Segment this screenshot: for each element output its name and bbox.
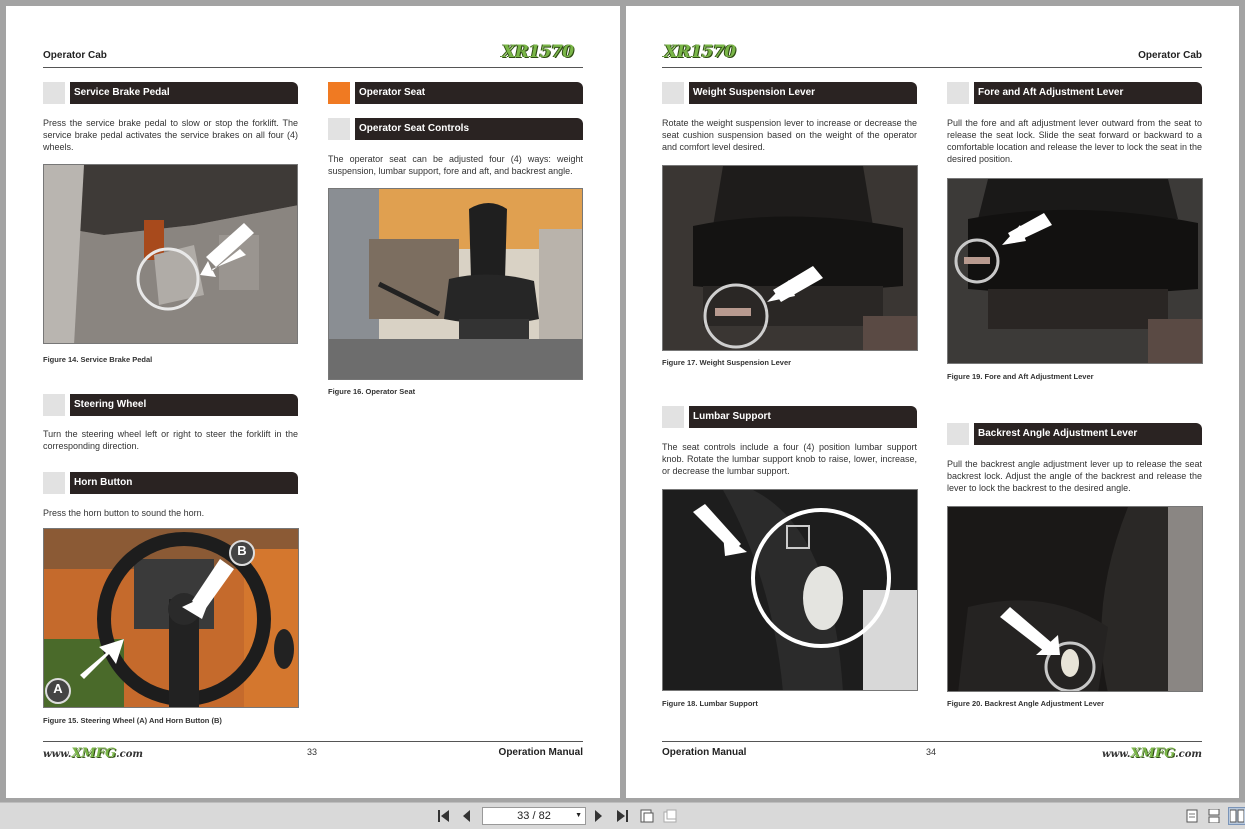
continuous-view-icon[interactable] [1208, 809, 1220, 823]
section-header-steering: Steering Wheel [43, 394, 298, 416]
page-number: 33 [307, 747, 318, 757]
figure-16-caption: Figure 16. Operator Seat [328, 387, 416, 396]
header-title: Operator Cab [1138, 50, 1202, 61]
footer-title: Operation Manual [498, 747, 583, 758]
steering-text: Turn the steering wheel left or right to… [43, 429, 298, 451]
figure-15-caption: Figure 15. Steering Wheel (A) And Horn B… [43, 716, 222, 725]
first-page-icon[interactable] [438, 809, 450, 823]
section-header-operator-seat: Operator Seat [328, 82, 583, 104]
section-header-backrest: Backrest Angle Adjustment Lever [947, 423, 1202, 445]
header-title: Operator Cab [43, 50, 107, 61]
web-suffix: .com [1175, 749, 1202, 760]
section-square-orange [328, 82, 350, 104]
section-title: Service Brake Pedal [70, 82, 298, 104]
footer-rule [662, 741, 1202, 742]
section-square [43, 472, 65, 494]
fit-width-icon[interactable] [663, 809, 677, 823]
figure-service-brake-photo [43, 164, 298, 344]
section-square [947, 423, 969, 445]
service-brake-text: Press the service brake pedal to slow or… [43, 118, 298, 152]
section-header-weight-suspension: Weight Suspension Lever [662, 82, 917, 104]
figure-fore-aft-photo [947, 178, 1203, 364]
prev-page-icon[interactable] [462, 809, 471, 823]
right-page: XR1570 Operator Cab Weight Suspension Le… [626, 6, 1239, 798]
section-title: Lumbar Support [689, 406, 917, 428]
page-indicator-text: 33 / 82 [517, 810, 551, 822]
header-rule [662, 67, 1202, 68]
figure-17-caption: Figure 17. Weight Suspension Lever [662, 358, 792, 367]
header-rule [43, 67, 583, 68]
horn-text: Press the horn button to sound the horn. [43, 508, 205, 518]
section-square [947, 82, 969, 104]
section-header-service-brake: Service Brake Pedal [43, 82, 298, 104]
section-title: Operator Seat [355, 82, 583, 104]
section-header-fore-aft: Fore and Aft Adjustment Lever [947, 82, 1202, 104]
seat-controls-text: The operator seat can be adjusted four (… [328, 154, 583, 176]
figure-lumbar-photo [662, 489, 918, 691]
two-page-view-icon[interactable] [1228, 807, 1245, 825]
section-header-horn: Horn Button [43, 472, 298, 494]
single-page-view-icon[interactable] [1186, 809, 1198, 823]
footer-title: Operation Manual [662, 747, 747, 758]
section-header-seat-controls: Operator Seat Controls [328, 118, 583, 140]
page-number: 34 [926, 747, 937, 757]
fore-aft-text: Pull the fore and aft adjustment lever o… [947, 118, 1202, 164]
figure-14-caption: Figure 14. Service Brake Pedal [43, 355, 153, 364]
web-brand: XMFG [1130, 746, 1176, 761]
chevron-down-icon[interactable]: ▼ [575, 808, 582, 824]
xmfg-web-logo: www.XMFG.com [43, 746, 143, 761]
web-prefix: www. [43, 749, 72, 760]
section-square [43, 394, 65, 416]
section-title: Fore and Aft Adjustment Lever [974, 82, 1202, 104]
xr1570-logo: XR1570 [502, 42, 574, 62]
last-page-icon[interactable] [616, 809, 628, 823]
figure-steering-horn-photo: A B [43, 528, 299, 708]
label-b: B [237, 543, 247, 558]
next-page-icon[interactable] [594, 809, 603, 823]
section-title: Weight Suspension Lever [689, 82, 917, 104]
lumbar-text: The seat controls include a four (4) pos… [662, 442, 917, 476]
fit-page-icon[interactable] [640, 809, 654, 823]
figure-weight-suspension-photo [662, 165, 918, 351]
figure-backrest-photo [947, 506, 1203, 692]
viewer-toolbar: 33 / 82 ▼ [0, 802, 1245, 829]
section-title: Operator Seat Controls [355, 118, 583, 140]
label-a: A [53, 681, 63, 696]
left-page: Operator Cab XR1570 Service Brake Pedal … [6, 6, 620, 798]
web-prefix: www. [1102, 749, 1131, 760]
web-suffix: .com [116, 749, 143, 760]
footer-rule [43, 741, 583, 742]
backrest-text: Pull the backrest angle adjustment lever… [947, 459, 1202, 493]
figure-operator-seat-photo [328, 188, 583, 380]
section-square [43, 82, 65, 104]
xmfg-web-logo: www.XMFG.com [1102, 746, 1202, 761]
section-title: Steering Wheel [70, 394, 298, 416]
weight-suspension-text: Rotate the weight suspension lever to in… [662, 118, 917, 152]
figure-18-caption: Figure 18. Lumbar Support [662, 699, 758, 708]
page-number-input[interactable]: 33 / 82 ▼ [482, 807, 586, 825]
web-brand: XMFG [71, 746, 117, 761]
figure-20-caption: Figure 20. Backrest Angle Adjustment Lev… [947, 699, 1104, 708]
xr1570-logo: XR1570 [664, 42, 736, 62]
section-square [662, 406, 684, 428]
section-title: Horn Button [70, 472, 298, 494]
section-header-lumbar: Lumbar Support [662, 406, 917, 428]
figure-19-caption: Figure 19. Fore and Aft Adjustment Lever [947, 372, 1094, 381]
section-square [662, 82, 684, 104]
section-title: Backrest Angle Adjustment Lever [974, 423, 1202, 445]
section-square [328, 118, 350, 140]
